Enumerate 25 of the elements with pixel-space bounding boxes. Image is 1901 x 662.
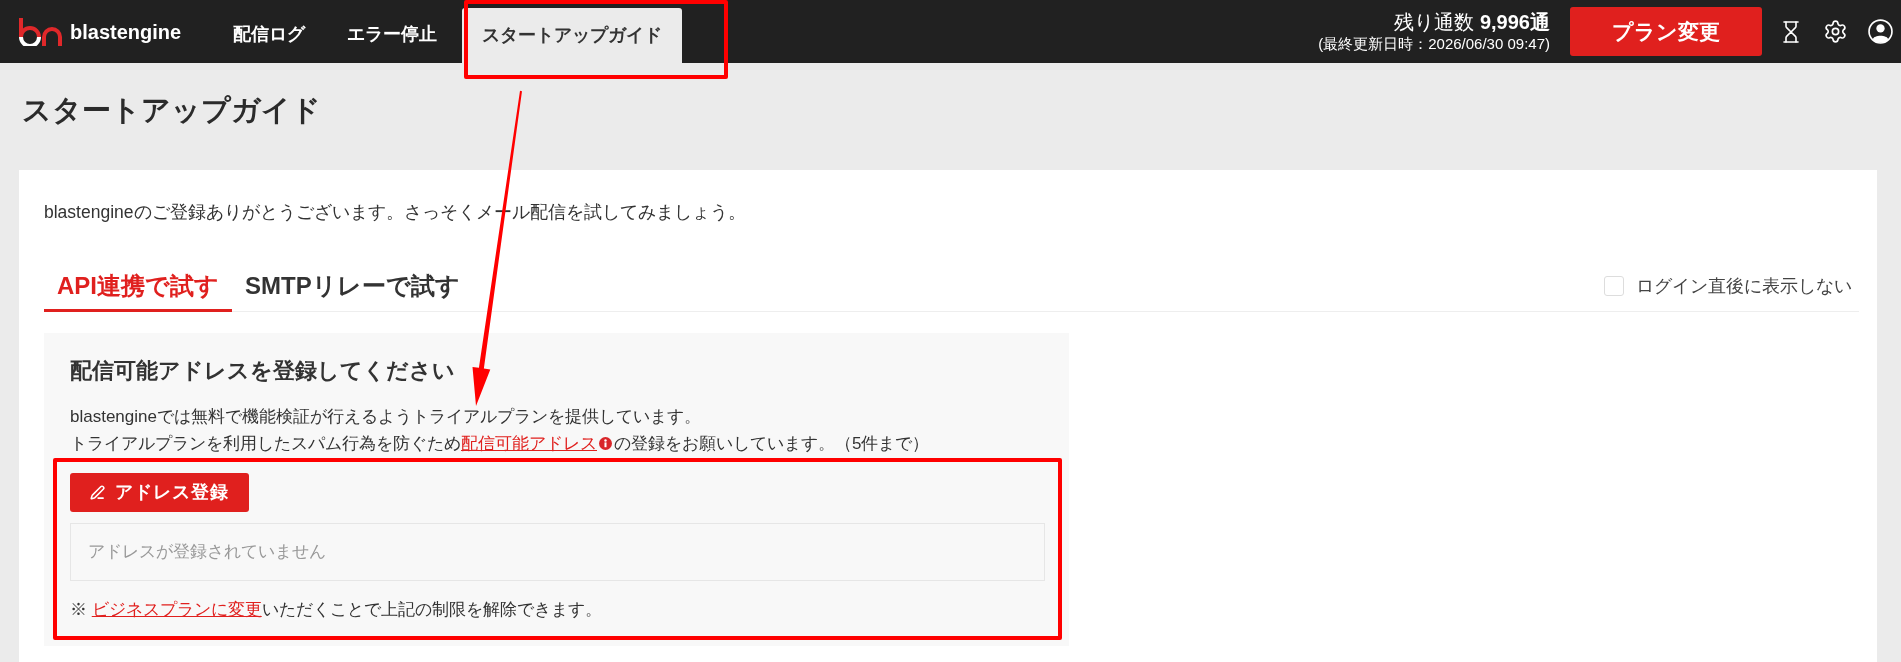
pencil-icon [90,485,105,500]
settings-icon[interactable] [1823,19,1848,44]
method-tab[interactable]: SMTPリレーで試す [232,262,473,312]
user-icon[interactable] [1868,19,1893,44]
checkbox-label: ログイン直後に表示しない [1636,274,1852,298]
description-text: blastengineでは無料で機能検証が行えるようトライアルプランを提供しています。 [70,406,702,428]
empty-message: アドレスが登録されていません [88,541,326,564]
address-link[interactable]: 配信可能アドレス [461,434,597,453]
note-text: ※ ビジネスプランに変更いただくことで上記の制限を解除できます。 [70,599,603,621]
page-title: スタートアップガイド [21,93,322,128]
logo-text: blastengine [70,19,182,45]
business-plan-link[interactable]: ビジネスプランに変更 [91,600,262,619]
info-icon [599,437,612,450]
method-tab[interactable]: API連携で試す [44,262,232,312]
section-heading: 配信可能アドレスを登録してください [70,357,456,385]
checkbox[interactable] [1604,276,1624,296]
nav-tab[interactable]: スタートアップガイド [462,8,683,63]
register-address-button[interactable]: アドレス登録 [70,473,249,512]
logo-icon [18,17,62,46]
remaining-count: 残り通数 9,996通 [1394,9,1550,34]
nav-tab[interactable]: 配信ログ [212,8,327,63]
plan-change-button[interactable]: プラン変更 [1570,7,1762,56]
nav-tab[interactable]: エラー停止 [326,8,459,63]
description-text: トライアルプランを利用したスパム行為を防ぐため配信可能アドレス の登録をお願いしています。（5件まで） [70,433,931,455]
last-updated: (最終更新日時：2026/06/30 09:47) [1318,33,1550,54]
